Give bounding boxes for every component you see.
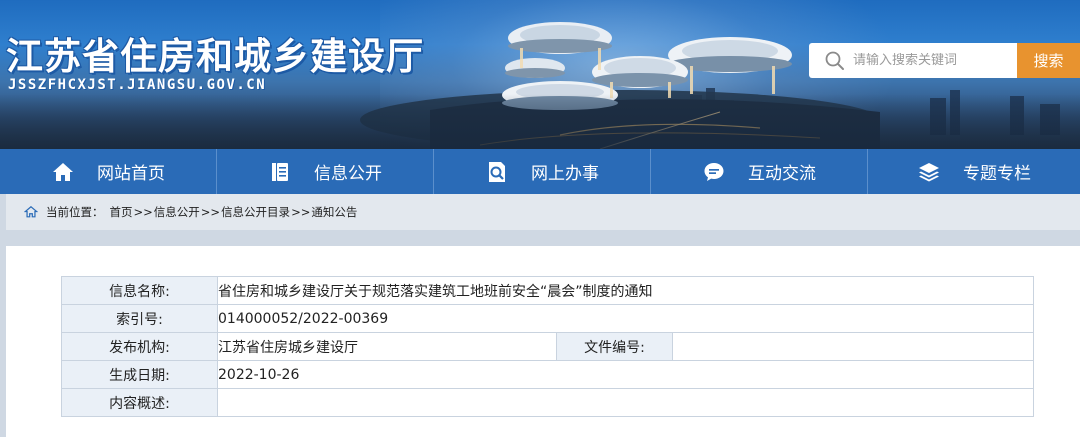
breadcrumb-info-catalog[interactable]: 信息公开目录 xyxy=(221,204,290,220)
breadcrumb-home-icon xyxy=(24,205,38,218)
search-icon xyxy=(825,51,844,70)
layers-icon xyxy=(917,160,941,184)
info-index-label: 索引号: xyxy=(61,304,218,333)
site-domain: JSSZFHCXJST.JIANGSU.GOV.CN xyxy=(8,77,267,93)
info-publisher-value: 江苏省住房城乡建设厅 xyxy=(217,332,557,361)
info-summary-label: 内容概述: xyxy=(61,388,218,417)
nav-item-online-services[interactable]: 网上办事 xyxy=(434,149,651,194)
banner-ground xyxy=(0,94,1080,149)
chat-bubble-icon xyxy=(702,160,726,184)
nav-item-interaction[interactable]: 互动交流 xyxy=(651,149,868,194)
table-row: 发布机构: 江苏省住房城乡建设厅 文件编号: xyxy=(61,332,1034,361)
service-search-icon xyxy=(485,160,509,184)
info-file-no-value xyxy=(672,332,1034,361)
nav-item-home[interactable]: 网站首页 xyxy=(0,149,217,194)
breadcrumb-separator: >> xyxy=(200,205,221,219)
info-publisher-label: 发布机构: xyxy=(61,332,218,361)
table-row: 索引号: 014000052/2022-00369 xyxy=(61,304,1034,333)
info-file-no-label: 文件编号: xyxy=(556,332,673,361)
breadcrumb-separator: >> xyxy=(291,205,311,219)
table-row: 生成日期: 2022-10-26 xyxy=(61,360,1034,389)
table-row: 内容概述: xyxy=(61,388,1034,417)
search-input[interactable] xyxy=(853,53,1013,68)
nav-item-label: 网站首页 xyxy=(97,164,165,184)
table-row: 信息名称: 省住房和城乡建设厅关于规范落实建筑工地班前安全“晨会”制度的通知 xyxy=(61,276,1034,305)
breadcrumb-separator: >> xyxy=(133,205,153,219)
info-name-value: 省住房和城乡建设厅关于规范落实建筑工地班前安全“晨会”制度的通知 xyxy=(217,276,1034,305)
info-date-value: 2022-10-26 xyxy=(217,360,1034,389)
breadcrumb-home[interactable]: 首页 xyxy=(110,204,133,220)
breadcrumb-notices[interactable]: 通知公告 xyxy=(311,204,357,220)
site-title[interactable]: 江苏省住房和城乡建设厅 xyxy=(6,26,424,80)
info-date-label: 生成日期: xyxy=(61,360,218,389)
search-button[interactable]: 搜索 xyxy=(1017,43,1080,78)
nav-item-info-disclosure[interactable]: 信息公开 xyxy=(217,149,434,194)
document-info-table: 信息名称: 省住房和城乡建设厅关于规范落实建筑工地班前安全“晨会”制度的通知 索… xyxy=(61,276,1034,417)
nav-item-label: 专题专栏 xyxy=(963,164,1031,184)
info-name-label: 信息名称: xyxy=(61,276,218,305)
main-nav: 网站首页 信息公开 网上办事 互动交流 专题专栏 xyxy=(0,149,1080,194)
home-icon xyxy=(51,160,75,184)
info-summary-value xyxy=(217,388,1034,417)
search-box xyxy=(809,43,1017,78)
header-banner: 江苏省住房和城乡建设厅 JSSZFHCXJST.JIANGSU.GOV.CN 搜… xyxy=(0,0,1080,149)
nav-item-label: 信息公开 xyxy=(314,164,382,184)
breadcrumb-info-disclosure[interactable]: 信息公开 xyxy=(154,204,200,220)
breadcrumb-label: 当前位置： xyxy=(46,205,104,219)
info-index-value: 014000052/2022-00369 xyxy=(217,304,1034,333)
nav-item-label: 互动交流 xyxy=(748,164,816,184)
breadcrumb: 当前位置： 首页 >> 信息公开 >> 信息公开目录 >> 通知公告 xyxy=(6,194,1080,230)
nav-item-label: 网上办事 xyxy=(531,164,599,184)
nav-item-special-topics[interactable]: 专题专栏 xyxy=(868,149,1080,194)
document-icon xyxy=(268,160,292,184)
